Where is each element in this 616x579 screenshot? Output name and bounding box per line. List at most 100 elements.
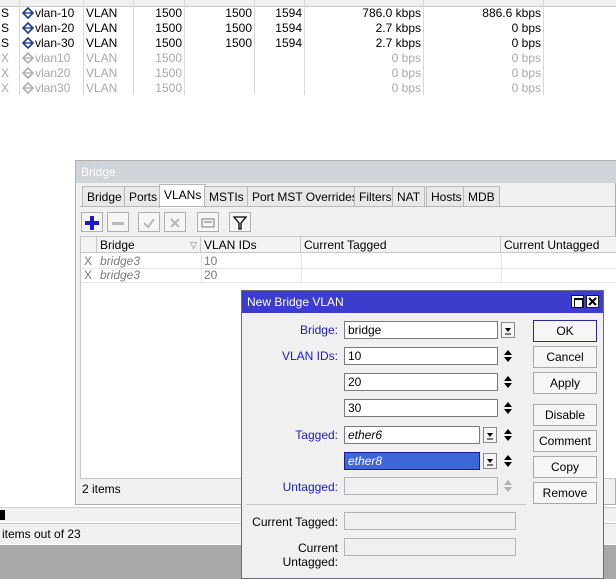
scrollbar-thumb[interactable] [0, 510, 5, 520]
untagged-field[interactable] [344, 477, 498, 495]
tab-nat[interactable]: NAT [392, 186, 426, 207]
column-header-label: VLAN IDs [204, 238, 257, 252]
interface-row[interactable]: Xvlan30 VLAN 1500 0 bps 0 bps [0, 81, 616, 96]
tab-port-mst-overrides[interactable]: Port MST Overrides [247, 186, 363, 207]
column-header-label: Current Untagged [504, 238, 600, 252]
interface-mtu: 1500 [155, 51, 182, 65]
interface-row[interactable]: Svlan-30 VLAN 1500 1500 1594 2.7 kbps 0 bps [0, 36, 616, 51]
note-icon [201, 218, 215, 228]
row-flag: X [1, 66, 10, 80]
row-flag: X [84, 268, 93, 282]
cell-divider [201, 254, 202, 268]
tab-hosts[interactable]: Hosts [426, 186, 467, 207]
tab-mdb[interactable]: MDB [463, 186, 500, 207]
interface-rx: 0 bps [511, 81, 541, 95]
interface-name-text: vlan20 [35, 66, 71, 80]
tagged-interface-field[interactable]: ether8 [344, 452, 480, 470]
vlan-id-field[interactable]: 20 [344, 373, 498, 391]
interface-row[interactable]: Svlan-10 VLAN 1500 1500 1594 786.0 kbps 886.6 … [0, 6, 616, 21]
apply-button[interactable]: Apply [533, 372, 597, 394]
vlan-interface-icon [22, 67, 34, 79]
cell-divider [501, 254, 502, 268]
close-button[interactable] [586, 295, 599, 308]
cross-icon [170, 218, 180, 228]
interface-actual-mtu: 1500 [225, 21, 252, 35]
vlan-id-spinner-icon[interactable] [502, 373, 514, 391]
section-divider [246, 504, 526, 505]
cell-divider [301, 268, 302, 282]
bridge-dropdown-button[interactable] [501, 322, 515, 338]
tab-filters[interactable]: Filters [354, 186, 397, 207]
copy-button[interactable]: Copy [533, 456, 597, 478]
tab-ports[interactable]: Ports [124, 186, 163, 207]
cell-divider [501, 268, 502, 282]
dropdown-icon [487, 433, 493, 440]
tagged-dropdown-button[interactable] [483, 453, 497, 469]
current-untagged-field [344, 538, 516, 556]
dialog-title[interactable]: New Bridge VLAN [242, 291, 603, 313]
interface-actual-mtu [186, 51, 252, 66]
row-flag: X [1, 51, 10, 65]
interface-mtu: 1500 [155, 81, 182, 95]
tab-vlans[interactable]: VLANs [159, 184, 207, 208]
comment-button[interactable] [197, 212, 219, 232]
interface-row[interactable]: Xvlan20 VLAN 1500 0 bps 0 bps [0, 66, 616, 81]
vlan-table-row[interactable]: Xbridge3 10 [81, 254, 616, 269]
enable-button[interactable] [138, 212, 160, 232]
flag-column-header[interactable] [81, 237, 97, 253]
interface-row[interactable]: Xvlan10 VLAN 1500 0 bps 0 bps [0, 51, 616, 66]
tagged-spinner-icon[interactable] [502, 452, 514, 470]
interface-row[interactable]: Svlan-20 VLAN 1500 1500 1594 2.7 kbps 0 bps [0, 21, 616, 36]
vlan-id-spinner-icon[interactable] [502, 347, 514, 365]
column-header-current-untagged[interactable]: Current Untagged [501, 237, 616, 253]
remove-button[interactable] [107, 212, 129, 232]
interface-l2mtu [256, 81, 302, 96]
vlan-id-spinner-icon[interactable] [502, 399, 514, 417]
ok-button[interactable]: OK [533, 320, 597, 342]
bridge-window-title[interactable]: Bridge [76, 161, 616, 183]
interface-name: vlan-30 [20, 36, 84, 51]
interface-name: vlan-20 [20, 21, 84, 36]
interface-tx: 0 bps [391, 66, 421, 80]
vlan-interface-icon [22, 82, 34, 94]
comment-button[interactable]: Comment [533, 430, 597, 452]
cancel-button[interactable]: Cancel [533, 346, 597, 368]
interface-name-text: vlan-10 [35, 6, 75, 20]
column-header-bridge[interactable]: Bridge ▽ [97, 237, 201, 253]
vlan-ids-label: VLAN IDs: [281, 349, 338, 363]
maximize-button[interactable] [571, 295, 584, 308]
bridge-select[interactable]: bridge [344, 321, 498, 339]
tab-bridge[interactable]: Bridge [82, 186, 127, 207]
plus-icon [85, 215, 99, 230]
current-untagged-label: Current Untagged: [282, 541, 338, 569]
vlan-table-row[interactable]: Xbridge3 20 [81, 268, 616, 283]
cell-divider [301, 254, 302, 268]
untagged-spinner-icon[interactable] [502, 477, 514, 495]
filter-button[interactable] [229, 212, 251, 232]
tab-mstis[interactable]: MSTIs [204, 186, 249, 207]
interface-actual-mtu: 1500 [225, 36, 252, 50]
disable-button[interactable] [164, 212, 186, 232]
tagged-spinner-icon[interactable] [502, 426, 514, 444]
row-vlan-ids: 20 [204, 268, 218, 282]
column-header-current-tagged[interactable]: Current Tagged [301, 237, 501, 253]
interface-rx: 0 bps [511, 21, 541, 35]
tab-divider [80, 206, 616, 207]
dropdown-icon [505, 328, 511, 335]
tagged-dropdown-button[interactable] [483, 427, 497, 443]
remove-button[interactable]: Remove [533, 482, 597, 504]
row-bridge: bridge3 [100, 268, 141, 282]
row-flag: X [1, 81, 10, 95]
add-button[interactable] [81, 212, 103, 232]
interface-name: vlan-10 [20, 6, 84, 21]
row-flag: S [1, 36, 10, 50]
vlan-id-field[interactable]: 10 [344, 347, 498, 365]
items-count: 2 items [82, 482, 121, 496]
vlan-id-field[interactable]: 30 [344, 399, 498, 417]
interface-name-text: vlan-30 [35, 36, 75, 50]
disable-button[interactable]: Disable [533, 404, 597, 426]
interface-name-text: vlan30 [35, 81, 71, 95]
tagged-interface-field[interactable]: ether6 [344, 426, 480, 444]
column-header-vlan-ids[interactable]: VLAN IDs [201, 237, 301, 253]
interface-mtu: 1500 [155, 36, 182, 50]
